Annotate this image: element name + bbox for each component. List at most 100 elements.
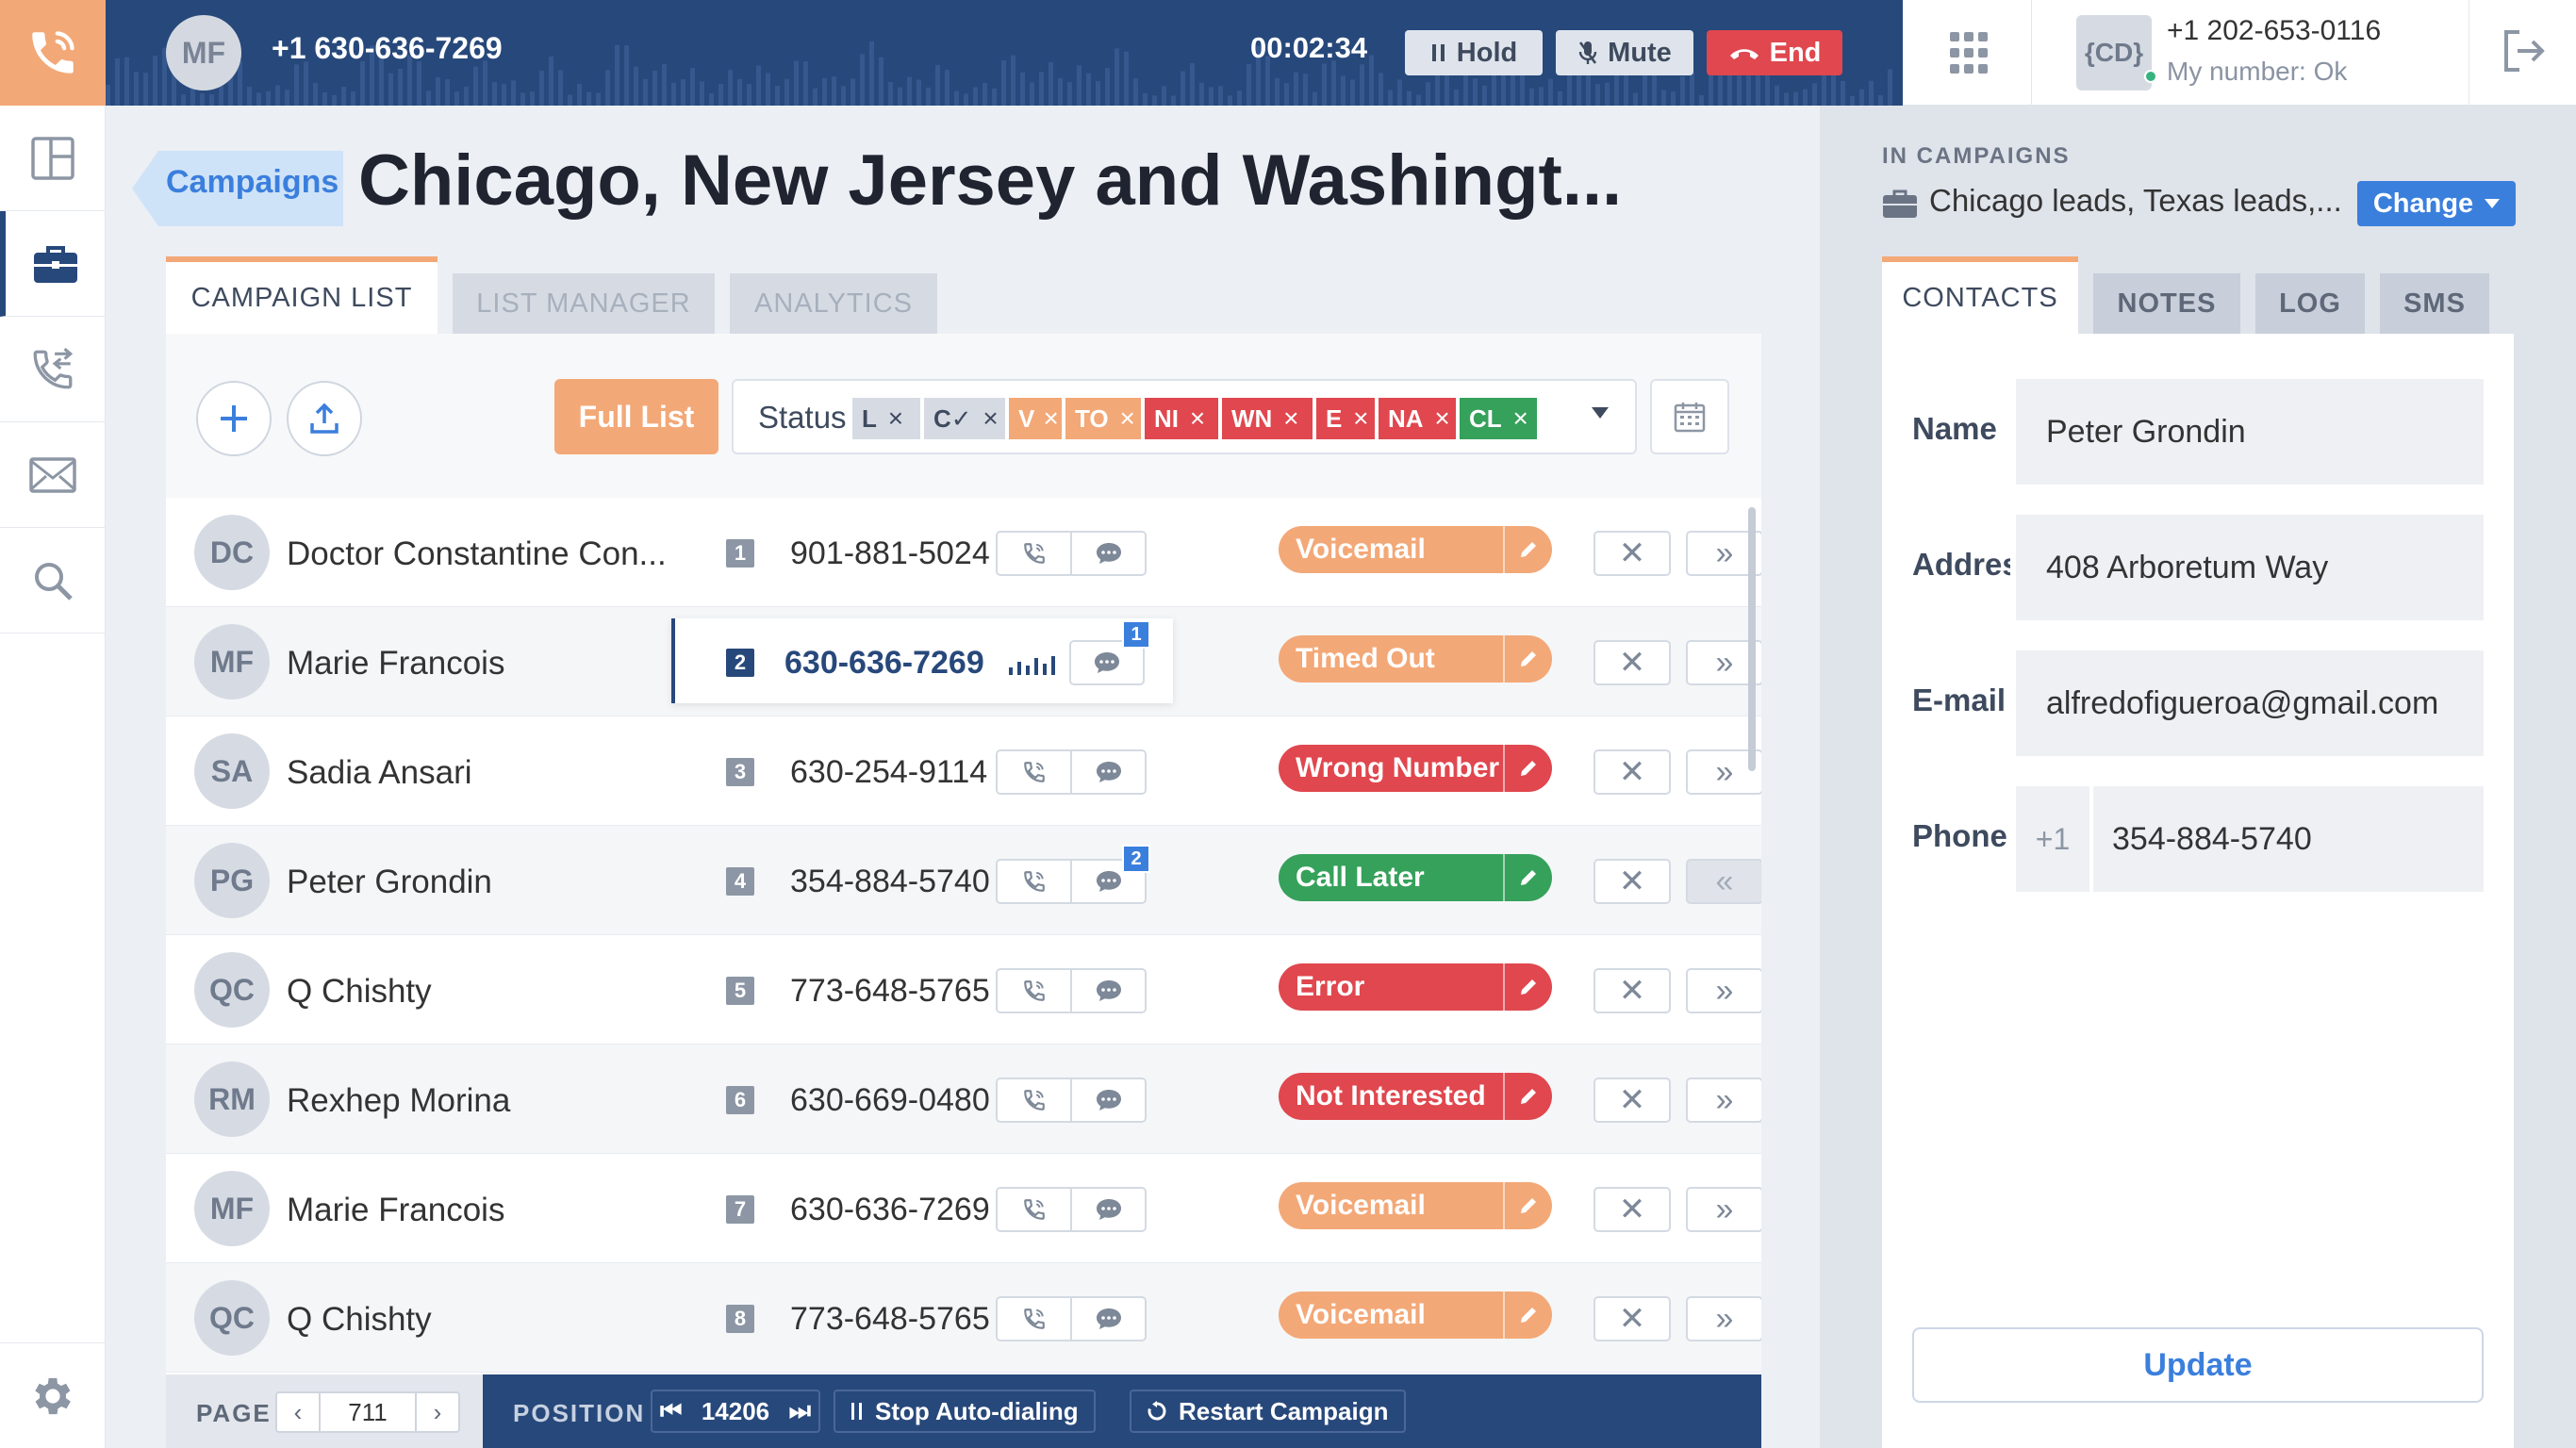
status-pill[interactable]: Voicemail [1279, 1182, 1552, 1229]
dashboard-icon[interactable] [0, 106, 106, 211]
gear-icon[interactable] [0, 1342, 106, 1448]
remove-chip-icon[interactable]: × [1115, 398, 1141, 439]
next-page-button[interactable]: › [417, 1393, 458, 1431]
status-pill[interactable]: Not Interested [1279, 1073, 1552, 1120]
position-value[interactable]: 14206 [702, 1397, 769, 1426]
tab-contacts[interactable]: CONTACTS [1882, 256, 2078, 334]
status-pill[interactable]: Voicemail [1279, 526, 1552, 573]
status-chip[interactable]: TO × [1065, 398, 1141, 439]
status-chip[interactable]: L × [852, 398, 920, 439]
mute-button[interactable]: Mute [1556, 30, 1693, 75]
status-pill[interactable]: Voicemail [1279, 1292, 1552, 1339]
page-number-input[interactable]: 711 [319, 1393, 417, 1431]
tab-analytics[interactable]: ANALYTICS [730, 273, 937, 334]
contact-row[interactable]: SA Sadia Ansari 3 630-254-9114 Wrong Number ✕… [166, 716, 1761, 826]
contact-phone[interactable]: 773-648-5765 [790, 973, 990, 1010]
contact-name[interactable]: Peter Grondin [287, 864, 492, 901]
status-pill[interactable]: Wrong Number [1279, 745, 1552, 792]
call-button[interactable] [998, 861, 1070, 902]
scrollbar-thumb[interactable] [1748, 507, 1756, 771]
contact-name[interactable]: Rexhep Morina [287, 1082, 510, 1120]
remove-chip-icon[interactable]: × [1278, 398, 1304, 439]
call-transfer-icon[interactable] [0, 317, 106, 422]
phone-country-code[interactable]: +1 [2016, 786, 2091, 892]
email-field[interactable]: alfredofigueroa@gmail.com [2016, 650, 2484, 756]
remove-chip-icon[interactable]: × [1508, 398, 1534, 439]
remove-contact-button[interactable]: ✕ [1593, 749, 1671, 795]
status-pill[interactable]: Timed Out [1279, 635, 1552, 683]
status-chip[interactable]: NI × [1145, 398, 1218, 439]
breadcrumb-campaigns[interactable]: Campaigns [166, 164, 339, 201]
edit-status-button[interactable] [1503, 1182, 1552, 1229]
edit-status-button[interactable] [1503, 854, 1552, 901]
remove-contact-button[interactable]: ✕ [1593, 968, 1671, 1013]
contact-name[interactable]: Q Chishty [287, 973, 432, 1011]
remove-contact-button[interactable]: ✕ [1593, 531, 1671, 576]
contact-name[interactable]: Marie Francois [287, 1192, 504, 1229]
contact-phone[interactable]: 901-881-5024 [790, 535, 990, 572]
contact-phone[interactable]: 354-884-5740 [790, 864, 990, 900]
remove-chip-icon[interactable]: × [1429, 398, 1456, 439]
edit-status-button[interactable] [1503, 635, 1552, 683]
remove-contact-button[interactable]: ✕ [1593, 1296, 1671, 1341]
sms-button[interactable] [1070, 970, 1145, 1012]
contact-phone[interactable]: 630-669-0480 [790, 1082, 990, 1119]
call-button[interactable] [998, 533, 1070, 574]
full-list-button[interactable]: Full List [554, 379, 718, 454]
search-icon[interactable] [0, 528, 106, 634]
hold-button[interactable]: Hold [1405, 30, 1543, 75]
status-pill[interactable]: Error [1279, 963, 1552, 1011]
remove-contact-button[interactable]: ✕ [1593, 859, 1671, 904]
remove-contact-button[interactable]: ✕ [1593, 640, 1671, 685]
logout-icon[interactable] [2499, 26, 2548, 80]
contact-row[interactable]: MF Marie Francois 7 630-636-7269 Voicemail ✕ » [166, 1154, 1761, 1263]
end-call-button[interactable]: End [1707, 30, 1842, 75]
status-chip[interactable]: C✓ × [924, 398, 1005, 439]
status-chip[interactable]: E × [1316, 398, 1375, 439]
tab-sms[interactable]: SMS [2380, 273, 2489, 334]
contact-name[interactable]: Q Chishty [287, 1301, 432, 1339]
phone-icon[interactable] [0, 0, 106, 106]
status-chip[interactable]: V × [1009, 398, 1062, 439]
remove-chip-icon[interactable]: × [978, 398, 1004, 439]
tab-log[interactable]: LOG [2255, 273, 2365, 334]
call-button[interactable] [998, 970, 1070, 1012]
skip-back-icon[interactable]: ⏮ [660, 1396, 682, 1426]
contact-row[interactable]: PG Peter Grondin 4 354-884-5740 2 Call Later ✕… [166, 826, 1761, 935]
contact-phone[interactable]: 630-636-7269 [790, 1192, 990, 1228]
stop-autodial-button[interactable]: Stop Auto-dialing [834, 1390, 1096, 1433]
prev-page-button[interactable]: ‹ [277, 1393, 319, 1431]
edit-status-button[interactable] [1503, 963, 1552, 1011]
contact-name[interactable]: Sadia Ansari [287, 754, 472, 792]
remove-contact-button[interactable]: ✕ [1593, 1187, 1671, 1232]
remove-chip-icon[interactable]: × [883, 398, 909, 439]
skip-forward-icon[interactable]: ⏭ [789, 1396, 811, 1426]
call-button[interactable] [998, 1298, 1070, 1340]
mail-icon[interactable] [0, 422, 106, 528]
briefcase-icon[interactable] [0, 211, 106, 317]
sms-button[interactable] [1070, 1298, 1145, 1340]
call-button[interactable] [998, 1189, 1070, 1230]
address-field[interactable]: 408 Arboretum Way [2016, 515, 2484, 620]
status-chip[interactable]: NA × [1379, 398, 1456, 439]
tab-notes[interactable]: NOTES [2093, 273, 2240, 334]
sms-button[interactable] [1070, 1079, 1145, 1121]
sms-button[interactable] [1070, 751, 1145, 793]
contact-phone[interactable]: 630-254-9114 [790, 754, 987, 791]
edit-status-button[interactable] [1503, 1292, 1552, 1339]
status-chip[interactable]: CL × [1460, 398, 1537, 439]
contact-row[interactable]: QC Q Chishty 5 773-648-5765 Error ✕ » [166, 935, 1761, 1045]
restart-campaign-button[interactable]: Restart Campaign [1130, 1390, 1406, 1433]
remove-chip-icon[interactable]: × [1347, 398, 1374, 439]
edit-status-button[interactable] [1503, 1073, 1552, 1120]
update-button[interactable]: Update [1912, 1327, 2484, 1403]
edit-status-button[interactable] [1503, 526, 1552, 573]
phone-field[interactable]: 354-884-5740 [2093, 786, 2484, 892]
remove-contact-button[interactable]: ✕ [1593, 1078, 1671, 1123]
contact-phone[interactable]: 630-636-7269 [784, 645, 984, 682]
name-field[interactable]: Peter Grondin [2016, 379, 2484, 485]
chevron-down-icon[interactable] [1592, 407, 1609, 419]
remove-chip-icon[interactable]: × [1184, 398, 1211, 439]
status-chip[interactable]: WN × [1222, 398, 1313, 439]
tab-campaign-list[interactable]: CAMPAIGN LIST [166, 256, 438, 334]
